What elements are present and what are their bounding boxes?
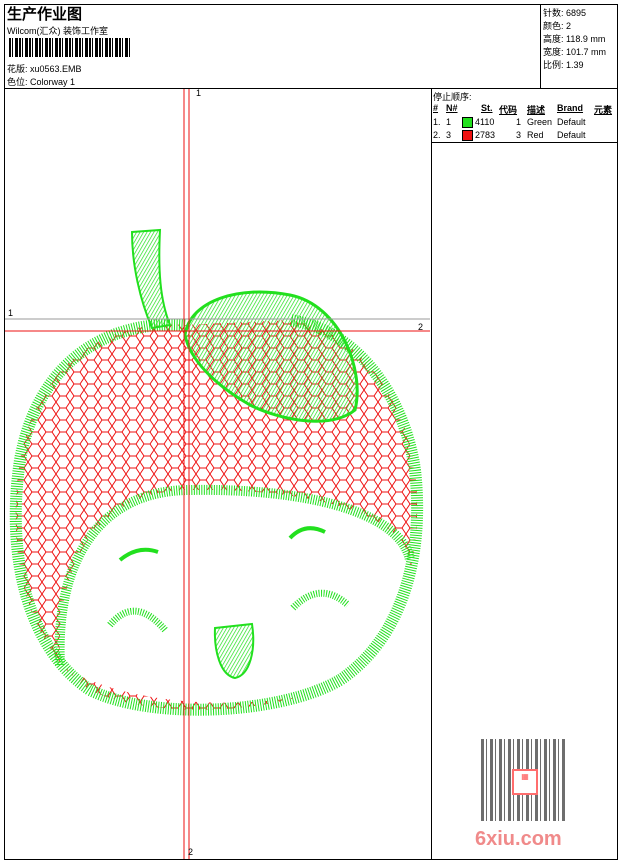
- qr-code: ▦: [481, 739, 565, 821]
- production-worksheet: 生产作业图 Wilcom(汇众) 装饰工作室 花版: xu0563.EMB 色位…: [0, 0, 620, 860]
- embroidery-preview: [5, 89, 430, 859]
- crosshair-label-bottom: 2: [188, 847, 194, 857]
- crosshair-label-right: 2: [418, 322, 424, 332]
- stamp-logo: ▦: [512, 769, 538, 795]
- stem: [130, 228, 172, 330]
- watermark-logo: 6xiu.com: [475, 828, 562, 850]
- crosshair-label-top: 1: [196, 88, 202, 98]
- crosshair-label-left: 1: [8, 308, 14, 318]
